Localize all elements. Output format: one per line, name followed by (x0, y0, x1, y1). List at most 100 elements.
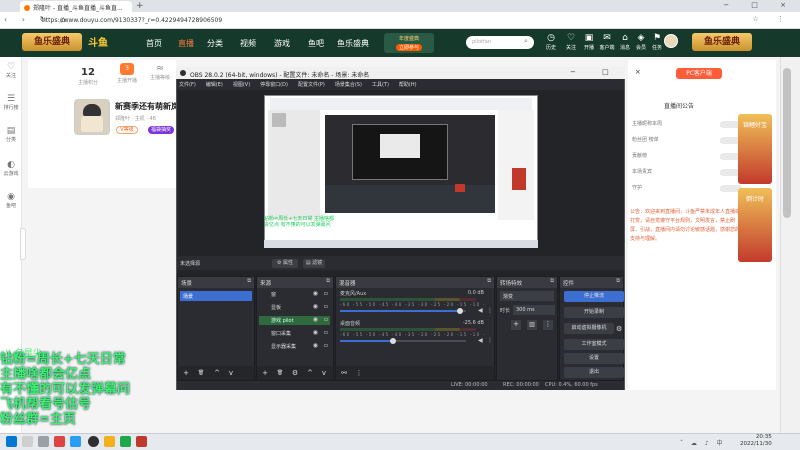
source-item[interactable]: 窗口采集 ◉ ▫ (259, 329, 330, 338)
nav-video[interactable]: 视频 (240, 38, 256, 49)
follow-button[interactable]: ♡ 关注 (562, 33, 580, 51)
move-down-icon[interactable]: v (226, 369, 236, 378)
transition-select[interactable]: 渐变 (500, 291, 554, 301)
virtual-camera-button[interactable]: 启动虚拟摄像机 (564, 323, 614, 334)
link-icon[interactable]: ⚯ (339, 369, 349, 378)
slider-knob[interactable] (456, 308, 463, 314)
sidebar-item-follow[interactable]: ♡ 关注 (0, 62, 22, 79)
add-source-icon[interactable]: + (260, 369, 270, 378)
trash-icon[interactable]: ▥ (527, 320, 537, 330)
obs-taskbar-icon[interactable] (88, 436, 99, 447)
nav-home[interactable]: 首页 (146, 38, 162, 49)
volume-slider-desktop[interactable] (340, 338, 466, 344)
volume-slider-mic[interactable] (340, 308, 466, 314)
scrollbar-thumb[interactable] (783, 68, 791, 218)
side-banner-countdown[interactable]: 倒计时 (738, 188, 772, 262)
menu-scene-collection[interactable]: 场景集合(S) (335, 82, 362, 88)
taskbar-clock[interactable]: 20:35 2022/11/30 (740, 434, 772, 448)
level-badge[interactable]: ≈ 主播等级 (148, 63, 172, 81)
new-tab-button[interactable]: + (136, 1, 144, 11)
gear-icon[interactable]: ⚙ (616, 325, 622, 333)
start-recording-button[interactable]: 开始录制 (564, 307, 624, 318)
pc-client-button[interactable]: PC客户端 (676, 68, 722, 79)
douyu-logo[interactable]: 斗鱼 (88, 34, 122, 50)
stream-badge[interactable]: 3 主播开播 (115, 63, 139, 84)
system-tray[interactable]: ˆ ☁ ♪ 中 (680, 438, 726, 447)
url-bar-icons[interactable]: ☆ ⋮ (752, 15, 792, 23)
sidebar-item-rank[interactable]: ☰ 排行榜 (0, 94, 22, 111)
festival-banner-left[interactable]: 鱼乐盛典 (22, 33, 82, 51)
app-icon[interactable] (54, 436, 65, 447)
lock-icon[interactable]: ▫ (324, 342, 328, 349)
lock-icon[interactable]: ▫ (324, 329, 328, 336)
nav-festival[interactable]: 鱼乐盛典 (337, 38, 369, 49)
sidebar-item-category[interactable]: ▤ 分类 (0, 126, 22, 143)
dock-float-icon[interactable]: ⧉ (616, 278, 620, 285)
source-item[interactable]: 显板 ◉ ▫ (259, 303, 330, 312)
lock-icon[interactable]: ▫ (324, 316, 328, 323)
speaker-icon[interactable]: ◀ (478, 337, 483, 344)
search-icon[interactable]: ⌕ (524, 37, 528, 46)
source-item[interactable]: 显示器采集 ◉ ▫ (259, 342, 330, 351)
streamer-avatar[interactable] (74, 99, 110, 135)
move-up-icon[interactable]: ^ (212, 369, 222, 378)
more-icon[interactable]: ⋮ (487, 307, 493, 314)
move-down-icon[interactable]: v (319, 369, 329, 378)
eye-icon[interactable]: ◉ (313, 329, 318, 336)
url-field[interactable]: https://www.douyu.com/9130337?_r=0.42294… (42, 17, 222, 24)
menu-view[interactable]: 视图(V) (233, 82, 250, 88)
start-stream-button[interactable]: ▣ 开播 (580, 33, 598, 51)
history-button[interactable]: ◷ 历史 (542, 33, 560, 51)
client-button[interactable]: ✉ 客户端 (598, 33, 616, 51)
dock-float-icon[interactable]: ⧉ (247, 278, 251, 285)
speaker-icon[interactable]: ◀ (478, 307, 483, 314)
more-icon[interactable]: ⋮ (354, 369, 364, 378)
more-icon[interactable]: ⋮ (543, 320, 553, 330)
studio-mode-button[interactable]: 工作室模式 (564, 339, 624, 350)
sidebar-item-cloud-game[interactable]: ◐ 云游戏 (0, 160, 22, 177)
sidebar-item-yuba[interactable]: ◉ 鱼吧 (0, 192, 22, 209)
promo-card[interactable]: 年度盛典 立即参与 (384, 33, 434, 53)
menu-tools[interactable]: 工具(T) (372, 82, 389, 88)
add-scene-icon[interactable]: + (181, 369, 191, 378)
more-icon[interactable]: ⋮ (487, 337, 493, 344)
user-avatar[interactable] (664, 34, 678, 48)
festival-banner-right[interactable]: 鱼乐盛典 (692, 33, 752, 51)
duration-input[interactable]: 300 ms (513, 305, 555, 315)
nav-yuba[interactable]: 鱼吧 (308, 38, 324, 49)
menu-edit[interactable]: 编辑(E) (206, 82, 223, 88)
add-transition-icon[interactable]: + (511, 320, 521, 330)
nav-live[interactable]: 直播 (178, 38, 194, 49)
rank-row[interactable]: 贡献榜 (632, 152, 742, 162)
game-icon[interactable] (136, 436, 147, 447)
search-icon[interactable] (22, 436, 33, 447)
source-item-selected[interactable]: 游戏 pilot ◉ ▫ (259, 316, 330, 325)
nav-games[interactable]: 游戏 (274, 38, 290, 49)
properties-button[interactable]: ⚙ 属性 (272, 259, 298, 268)
eye-icon[interactable]: ◉ (313, 342, 318, 349)
lock-icon[interactable]: ▫ (324, 290, 328, 297)
rank-row[interactable]: 主播昵称本周 (632, 120, 742, 130)
source-item[interactable]: 窗 ◉ ▫ (259, 290, 330, 299)
settings-button[interactable]: 设置 (564, 353, 624, 364)
dock-float-icon[interactable]: ⧉ (326, 278, 330, 285)
level-tag[interactable]: V等级 (116, 126, 138, 134)
filters-button[interactable]: ▤ 滤镜 (303, 259, 325, 268)
obs-window-controls[interactable]: − □ × (570, 68, 653, 76)
rank-row[interactable]: 守护 (632, 184, 742, 194)
slider-knob[interactable] (389, 338, 396, 344)
wechat-icon[interactable] (120, 436, 131, 447)
promo-button[interactable]: 立即参与 (396, 44, 422, 51)
browser-tab[interactable]: 郑隆叶 - 直播_斗鱼直播_斗鱼直... (20, 1, 132, 12)
side-banner-koi[interactable]: 锦鲤好宝 (738, 114, 772, 184)
move-up-icon[interactable]: ^ (305, 369, 315, 378)
dock-float-icon[interactable]: ⧉ (550, 278, 554, 285)
rank-row[interactable]: 粉丝团 榜单 (632, 136, 742, 146)
exit-button[interactable]: 退出 (564, 367, 624, 378)
explorer-icon[interactable] (104, 436, 115, 447)
rank-row[interactable]: 本场贵宾 (632, 168, 742, 178)
eye-icon[interactable]: ◉ (313, 303, 318, 310)
lottery-tag[interactable]: 福袋抽奖 (148, 126, 174, 134)
remove-source-icon[interactable]: 🗑 (275, 369, 285, 378)
scene-item[interactable]: 场景 (180, 291, 252, 301)
